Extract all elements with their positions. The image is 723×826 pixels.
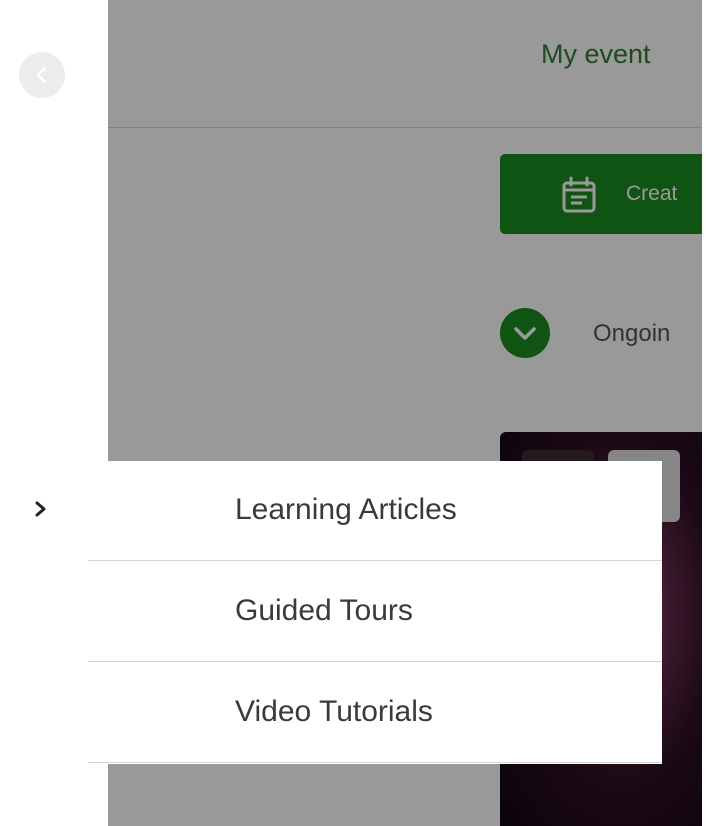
help-menu: Learning Articles Guided Tours Video Tut… [88, 461, 662, 764]
menu-item-guided-tours[interactable]: Guided Tours [88, 562, 662, 662]
chevron-left-icon [36, 66, 47, 84]
right-edge [702, 0, 723, 826]
menu-item-label: Video Tutorials [235, 695, 433, 728]
menu-item-label: Learning Articles [235, 493, 457, 526]
back-button[interactable] [19, 52, 65, 98]
menu-item-label: Guided Tours [235, 594, 413, 627]
menu-item-learning-articles[interactable]: Learning Articles [88, 461, 662, 561]
menu-item-video-tutorials[interactable]: Video Tutorials [88, 663, 662, 763]
chevron-right-icon [35, 501, 46, 517]
